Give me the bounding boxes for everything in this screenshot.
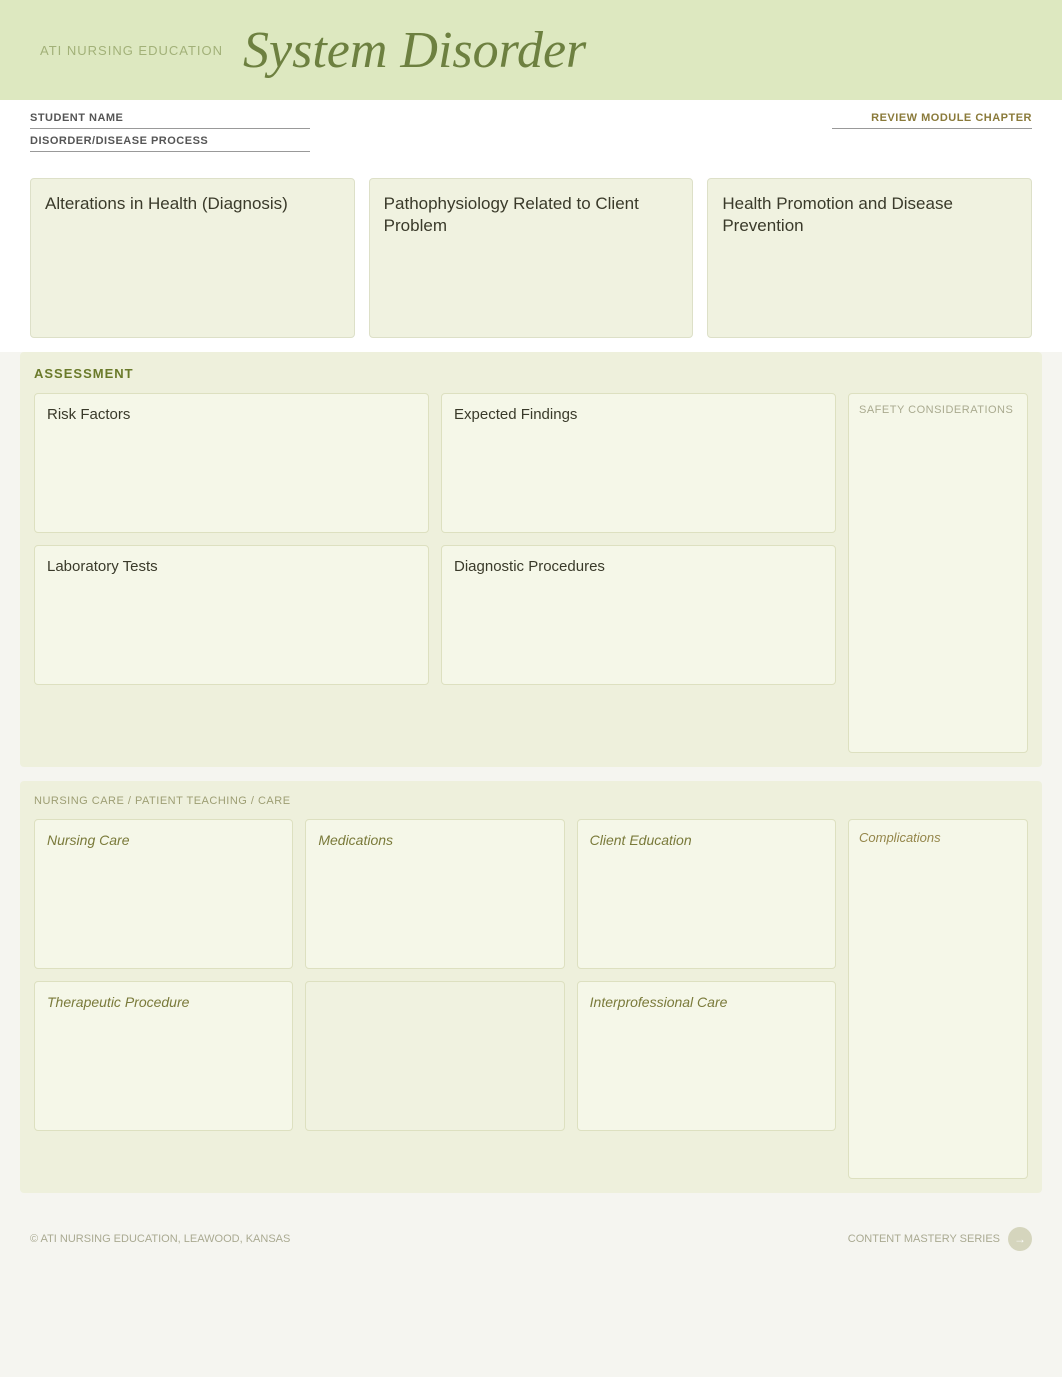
health-promotion-box: Health Promotion and Disease Prevention: [707, 178, 1032, 338]
footer: © ATI NURSING EDUCATION, LEAWOOD, KANSAS…: [0, 1207, 1062, 1271]
disorder-label: DISORDER/DISEASE PROCESS: [30, 135, 310, 147]
alterations-title: Alterations in Health (Diagnosis): [45, 193, 340, 215]
assessment-row-1: Risk Factors Expected Findings: [34, 393, 836, 533]
footer-copyright: © ATI NURSING EDUCATION, LEAWOOD, KANSAS: [30, 1233, 290, 1245]
student-name-label: STUDENT NAME: [30, 112, 310, 124]
meta-row: STUDENT NAME DISORDER/DISEASE PROCESS RE…: [0, 100, 1062, 164]
alterations-box: Alterations in Health (Diagnosis): [30, 178, 355, 338]
meta-right: REVIEW MODULE CHAPTER: [832, 112, 1032, 129]
top-boxes: Alterations in Health (Diagnosis) Pathop…: [0, 164, 1062, 352]
nursing-main: Nursing Care Medications Client Educatio…: [34, 819, 836, 1179]
empty-box: [305, 981, 564, 1131]
complications-title: Complications: [859, 830, 1017, 845]
diagnostic-procedures-title: Diagnostic Procedures: [454, 558, 823, 575]
assessment-title: ASSESSMENT: [34, 366, 1028, 381]
nursing-row-2: Therapeutic Procedure Interprofessional …: [34, 981, 836, 1131]
medications-box: Medications: [305, 819, 564, 969]
nursing-row-1: Nursing Care Medications Client Educatio…: [34, 819, 836, 969]
pathophysiology-box: Pathophysiology Related to Client Proble…: [369, 178, 694, 338]
medications-title: Medications: [318, 832, 551, 848]
assessment-section: ASSESSMENT Risk Factors Expected Finding…: [20, 352, 1042, 767]
footer-right: CONTENT MASTERY SERIES →: [848, 1227, 1032, 1251]
nursing-care-box: Nursing Care: [34, 819, 293, 969]
pathophysiology-title: Pathophysiology Related to Client Proble…: [384, 193, 679, 237]
page-header: ATI NURSING EDUCATION System Disorder: [0, 0, 1062, 100]
safety-considerations-box: SAFETY CONSIDERATIONS: [848, 393, 1028, 753]
client-education-title: Client Education: [590, 832, 823, 848]
client-education-box: Client Education: [577, 819, 836, 969]
expected-findings-title: Expected Findings: [454, 406, 823, 423]
laboratory-tests-title: Laboratory Tests: [47, 558, 416, 575]
safety-title: SAFETY CONSIDERATIONS: [859, 404, 1017, 416]
nursing-section: NURSING CARE / PATIENT TEACHING / CARE N…: [20, 781, 1042, 1193]
therapeutic-procedure-box: Therapeutic Procedure: [34, 981, 293, 1131]
next-arrow-icon[interactable]: →: [1008, 1227, 1032, 1251]
expected-findings-box: Expected Findings: [441, 393, 836, 533]
review-label: REVIEW MODULE CHAPTER: [871, 112, 1032, 124]
risk-factors-box: Risk Factors: [34, 393, 429, 533]
meta-left: STUDENT NAME DISORDER/DISEASE PROCESS: [30, 112, 310, 156]
review-line: [832, 128, 1032, 129]
nursing-side: Complications: [848, 819, 1028, 1179]
interprofessional-care-title: Interprofessional Care: [590, 994, 823, 1010]
header-subtitle: ATI NURSING EDUCATION: [40, 43, 223, 58]
laboratory-tests-box: Laboratory Tests: [34, 545, 429, 685]
header-title: System Disorder: [243, 21, 586, 80]
nursing-grid: Nursing Care Medications Client Educatio…: [34, 819, 1028, 1179]
nursing-care-title: Nursing Care: [47, 832, 280, 848]
diagnostic-procedures-box: Diagnostic Procedures: [441, 545, 836, 685]
risk-factors-title: Risk Factors: [47, 406, 416, 423]
assessment-side: SAFETY CONSIDERATIONS: [848, 393, 1028, 753]
nursing-section-title: NURSING CARE / PATIENT TEACHING / CARE: [34, 795, 1028, 807]
footer-series-text: CONTENT MASTERY SERIES: [848, 1233, 1000, 1245]
student-name-line: [30, 128, 310, 129]
health-promotion-title: Health Promotion and Disease Prevention: [722, 193, 1017, 237]
disorder-line: [30, 151, 310, 152]
interprofessional-care-box: Interprofessional Care: [577, 981, 836, 1131]
assessment-grid: Risk Factors Expected Findings Laborator…: [34, 393, 1028, 753]
assessment-main: Risk Factors Expected Findings Laborator…: [34, 393, 836, 753]
complications-box: Complications: [848, 819, 1028, 1179]
assessment-row-2: Laboratory Tests Diagnostic Procedures: [34, 545, 836, 685]
therapeutic-procedure-title: Therapeutic Procedure: [47, 994, 280, 1010]
